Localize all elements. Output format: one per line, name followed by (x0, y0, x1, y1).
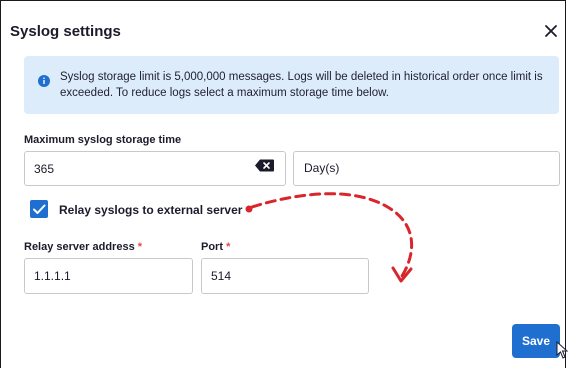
storage-time-label: Maximum syslog storage time (24, 134, 182, 146)
required-mark: * (137, 241, 143, 253)
close-icon[interactable] (542, 22, 560, 40)
relay-checkbox-label[interactable]: Relay syslogs to external server (59, 203, 242, 217)
storage-time-input[interactable] (24, 151, 286, 186)
dialog-title: Syslog settings (10, 23, 121, 40)
relay-address-label: Relay server address * (24, 241, 142, 253)
info-banner: Syslog storage limit is 5,000,000 messag… (24, 56, 559, 114)
required-mark: * (226, 241, 231, 253)
syslog-settings-dialog: Syslog settings Syslog storage limit is … (0, 0, 566, 368)
port-label-text: Port (201, 241, 223, 253)
relay-address-label-text: Relay server address (24, 241, 135, 253)
port-input[interactable] (201, 258, 369, 294)
storage-unit-value: Day(s) (304, 161, 340, 175)
info-text: Syslog storage limit is 5,000,000 messag… (60, 71, 543, 99)
save-button[interactable]: Save (512, 324, 560, 358)
relay-address-input[interactable] (24, 258, 193, 294)
port-label: Port * (201, 241, 230, 253)
info-icon (38, 74, 50, 87)
storage-unit-select[interactable]: Day(s) (293, 151, 560, 186)
backspace-clear-icon[interactable] (255, 159, 274, 172)
relay-checkbox[interactable] (30, 200, 48, 218)
